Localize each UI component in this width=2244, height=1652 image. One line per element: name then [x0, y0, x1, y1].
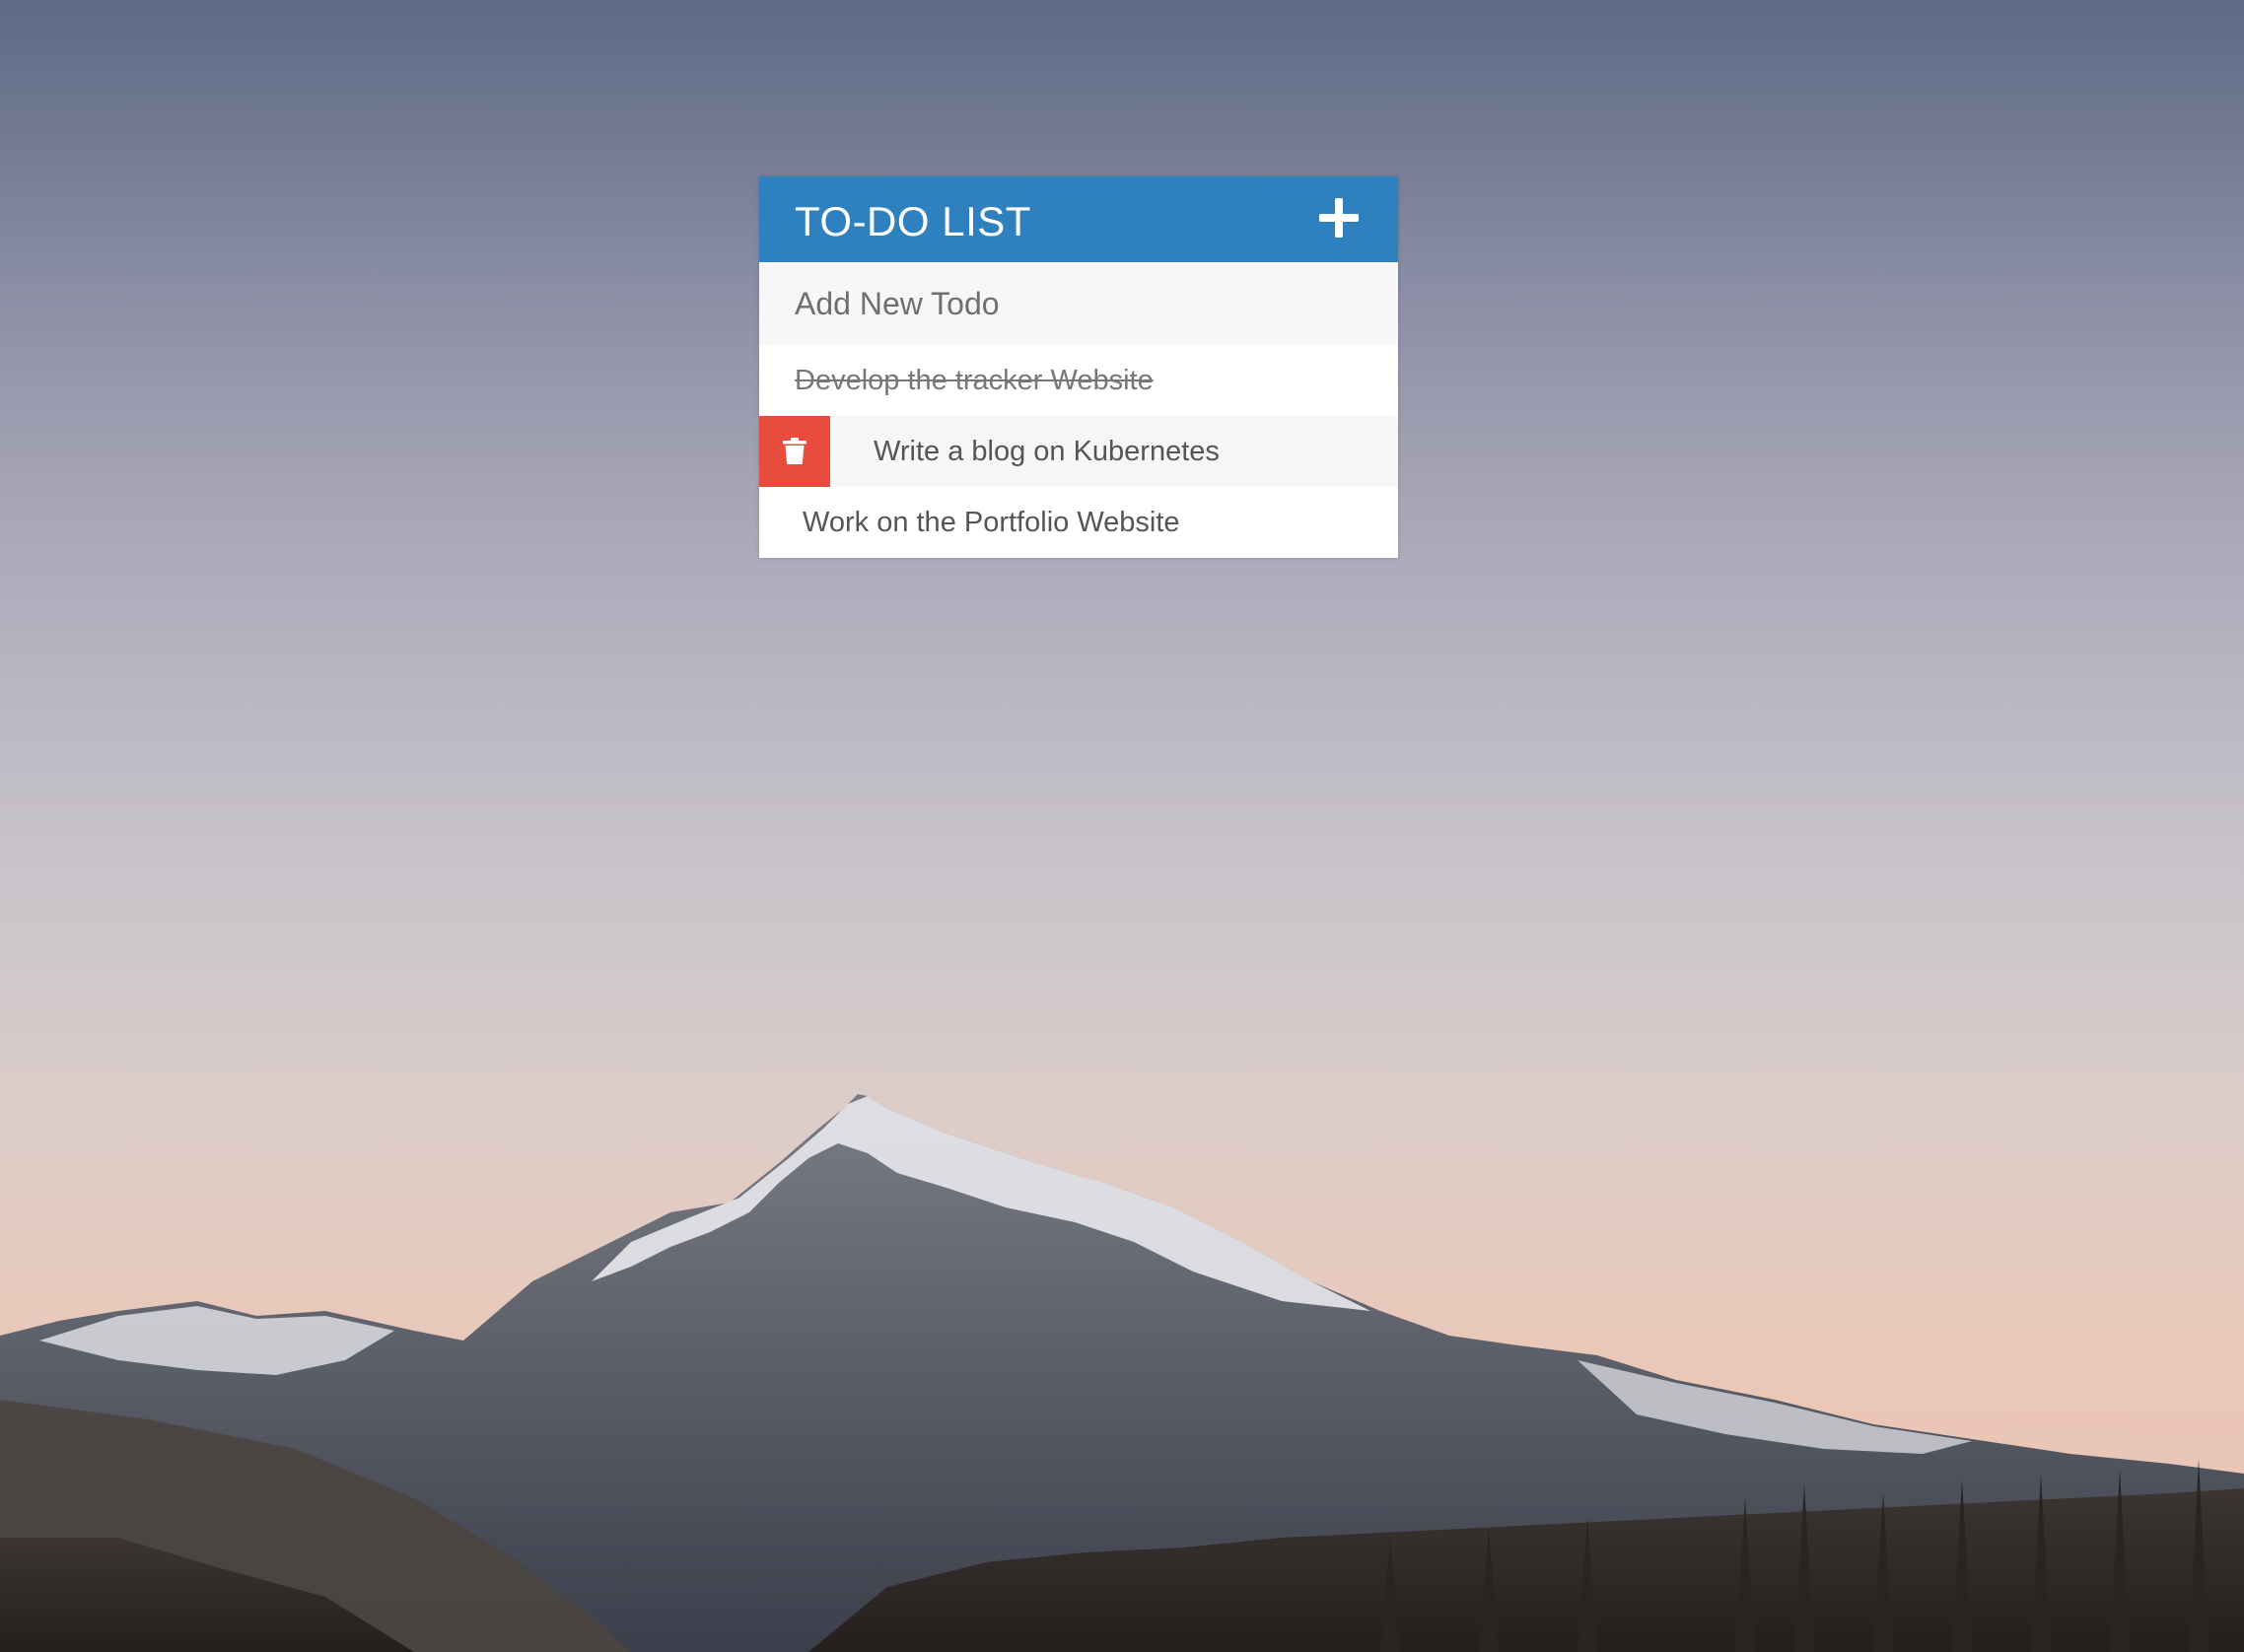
- trash-icon: [783, 438, 806, 464]
- todo-item[interactable]: Develop the tracker Website: [759, 345, 1398, 416]
- todo-card: TO-DO LIST Develop the tracker Website W…: [759, 176, 1398, 558]
- page-title: TO-DO LIST: [795, 197, 1031, 244]
- todo-item[interactable]: Work on the Portfolio Website: [759, 487, 1398, 558]
- plus-icon[interactable]: [1317, 196, 1361, 240]
- delete-button[interactable]: [759, 416, 830, 487]
- new-todo-input[interactable]: [759, 262, 1398, 345]
- todo-item-text[interactable]: Work on the Portfolio Website: [759, 507, 1180, 539]
- todo-header: TO-DO LIST: [759, 176, 1398, 262]
- todo-item-text[interactable]: Develop the tracker Website: [759, 365, 1154, 397]
- todo-list: Develop the tracker Website Write a blog…: [759, 345, 1398, 558]
- todo-item[interactable]: Write a blog on Kubernetes: [759, 416, 1398, 487]
- todo-item-text[interactable]: Write a blog on Kubernetes: [830, 436, 1220, 468]
